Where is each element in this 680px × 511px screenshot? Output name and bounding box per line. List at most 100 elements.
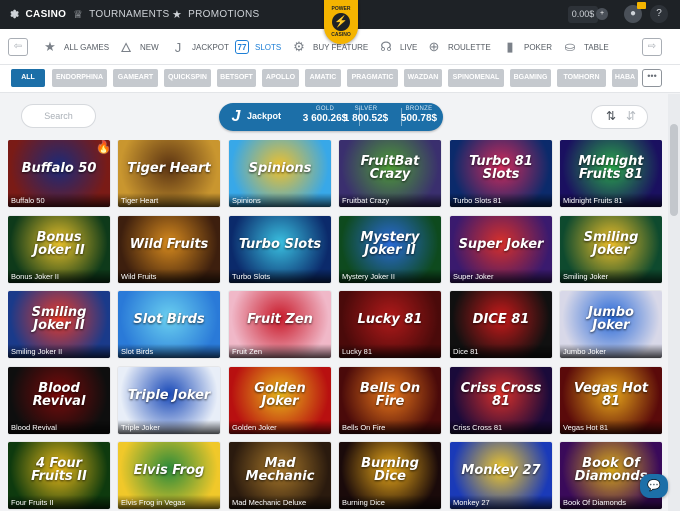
game-logo-art: Triple Joker [127, 387, 211, 403]
game-tile[interactable]: Smiling Joker II Smiling Joker II [8, 291, 110, 358]
provider-filter-all[interactable]: ALL [11, 69, 45, 87]
jackpot-icon: J [174, 39, 182, 55]
category-tab-jackpot[interactable]: J JACKPOT [170, 37, 229, 57]
jackpot-bronze-value: 500.78$ [400, 113, 438, 124]
game-tile[interactable]: Buffalo 50 Buffalo 50 [8, 140, 110, 207]
game-title: Criss Cross 81 [450, 420, 552, 434]
category-tab-slots[interactable]: 77 SLOTS [235, 37, 281, 57]
game-tile[interactable]: Blood Revival Blood Revival [8, 367, 110, 434]
game-logo-art: DICE 81 [472, 311, 530, 327]
nav-promotions-label: PROMOTIONS [188, 9, 260, 20]
jackpot-title: Jackpot [247, 111, 282, 121]
category-tab-poker[interactable]: ▮ POKER [502, 37, 552, 57]
category-label: LIVE [400, 42, 418, 52]
provider-filter-quickspin[interactable]: QUICKSPIN [164, 69, 211, 87]
sort-desc-icon[interactable]: ⇅ [606, 109, 616, 123]
game-tile[interactable]: Jumbo Joker Jumbo Joker [560, 291, 662, 358]
scrollbar-thumb[interactable] [670, 124, 678, 216]
balance-plus-icon[interactable]: + [596, 8, 608, 20]
game-logo-art: Golden Joker [254, 381, 306, 409]
game-tile[interactable]: Monkey 27 Monkey 27 [450, 442, 552, 509]
category-tab-all-games[interactable]: ★ ALL GAMES [42, 37, 109, 57]
category-scroll-right-button[interactable]: ⇨ [642, 38, 662, 56]
provider-filter-apollo[interactable]: APOLLO [262, 69, 299, 87]
search-row: Search J Jackpot GOLD 3 600.26$ SILVER 1… [0, 94, 668, 138]
game-tile[interactable]: Vegas Hot 81 Vegas Hot 81 [560, 367, 662, 434]
gear-icon: ⚙ [293, 39, 305, 54]
game-logo-art: Monkey 27 [461, 462, 541, 478]
provider-filter-amatic[interactable]: AMATIC [305, 69, 341, 87]
balance-display[interactable]: 0.00$ [568, 6, 598, 23]
game-tile[interactable]: Mad Mechanic Mad Mechanic Deluxe [229, 442, 331, 509]
game-tile[interactable]: Turbo Slots Turbo Slots [229, 216, 331, 283]
sort-az-icon[interactable]: ⇵ [626, 109, 636, 123]
roulette-icon: ⊕ [428, 39, 440, 54]
lightning-icon: ⚡ [332, 13, 350, 31]
search-input[interactable]: Search [21, 104, 96, 128]
game-title: Bonus Joker II [8, 269, 110, 283]
chat-support-button[interactable]: 💬 [640, 474, 668, 498]
category-tab-live[interactable]: ☊ LIVE [378, 37, 417, 57]
category-tab-roulette[interactable]: ⊕ ROULETTE [426, 37, 491, 57]
game-tile[interactable]: Mystery Joker II Mystery Joker II [339, 216, 441, 283]
provider-filter-bgaming[interactable]: BGAMING [510, 69, 551, 87]
provider-filter-wazdan[interactable]: WAZDAN [404, 69, 442, 87]
game-tile[interactable]: Slot Birds Slot Birds [118, 291, 220, 358]
nav-tournaments[interactable]: ♕ TOURNAMENTS [73, 0, 170, 29]
power-casino-logo[interactable]: POWER ⚡ CASINO [324, 0, 358, 44]
game-title: Triple Joker [118, 420, 220, 434]
casino-chip-icon: ✽ [10, 9, 20, 21]
game-title: Buffalo 50 [8, 193, 110, 207]
game-tile[interactable]: Golden Joker Golden Joker [229, 367, 331, 434]
game-tile[interactable]: Criss Cross 81 Criss Cross 81 [450, 367, 552, 434]
page-scrollbar[interactable] [668, 94, 680, 511]
trophy-icon: ♕ [73, 9, 84, 21]
dealer-icon: ☊ [380, 39, 392, 54]
game-tile[interactable]: Super Joker Super Joker [450, 216, 552, 283]
provider-filter-pragmatic[interactable]: PRAGMATIC [347, 69, 398, 87]
jackpot-banner[interactable]: J Jackpot GOLD 3 600.26$ SILVER 1 800.52… [219, 103, 443, 131]
game-tile[interactable]: Elvis Frog Elvis Frog in Vegas [118, 442, 220, 509]
help-button[interactable]: ? [650, 5, 668, 23]
game-tile[interactable]: Bells On Fire Bells On Fire [339, 367, 441, 434]
game-title: Spinions [229, 193, 331, 207]
game-tile[interactable]: Triple Joker Triple Joker [118, 367, 220, 434]
game-tile[interactable]: FruitBat Crazy Fruitbat Crazy [339, 140, 441, 207]
sort-toggle[interactable]: ⇅ ⇵ [591, 105, 648, 129]
game-tile[interactable]: Tiger Heart Tiger Heart [118, 140, 220, 207]
game-title: Vegas Hot 81 [560, 420, 662, 434]
provider-filter-endorphina[interactable]: ENDORPHINA [52, 69, 107, 87]
chat-icon: 💬 [647, 480, 661, 492]
game-logo-art: Lucky 81 [357, 311, 423, 327]
game-title: Tiger Heart [118, 193, 220, 207]
category-tab-new[interactable]: 🜂 NEW [118, 37, 158, 57]
provider-filter-tomhorn[interactable]: TOMHORN [557, 69, 606, 87]
nav-casino[interactable]: ✽ CASINO [10, 0, 66, 29]
category-tab-table[interactable]: ⛀ TABLE [562, 37, 609, 57]
provider-filter-gameart[interactable]: GAMEART [113, 69, 158, 87]
category-scroll-left-button[interactable]: ⇦ [8, 38, 28, 56]
provider-filter-spinomenal[interactable]: SPINOMENAL [448, 69, 504, 87]
provider-filter-betsoft[interactable]: BETSOFT [217, 69, 256, 87]
game-tile[interactable]: Spinions Spinions [229, 140, 331, 207]
game-tile[interactable]: Fruit Zen Fruit Zen [229, 291, 331, 358]
nav-tournaments-label: TOURNAMENTS [89, 9, 170, 20]
game-tile[interactable]: Bonus Joker II Bonus Joker II [8, 216, 110, 283]
game-tile[interactable]: Burning Dice Burning Dice [339, 442, 441, 509]
game-tile[interactable]: 4 Four Fruits II Four Fruits II [8, 442, 110, 509]
nav-promotions[interactable]: ★ PROMOTIONS [172, 0, 260, 29]
game-tile[interactable]: Midnight Fruits 81 Midnight Fruits 81 [560, 140, 662, 207]
game-logo-art: Slot Birds [133, 311, 205, 327]
game-tile[interactable]: Smiling Joker Smiling Joker [560, 216, 662, 283]
provider-filter-haba[interactable]: HABA [612, 69, 638, 87]
star-icon: ★ [44, 39, 56, 54]
game-tile[interactable]: Turbo 81 Slots Turbo Slots 81 [450, 140, 552, 207]
mail-icon[interactable] [637, 2, 646, 9]
game-tile[interactable]: Wild Fruits Wild Fruits [118, 216, 220, 283]
game-tile[interactable]: DICE 81 Dice 81 [450, 291, 552, 358]
flame-icon: 🜂 [120, 40, 132, 55]
game-title: Four Fruits II [8, 495, 110, 509]
more-providers-button[interactable]: ••• [642, 69, 662, 87]
game-tile[interactable]: Lucky 81 Lucky 81 [339, 291, 441, 358]
game-title: Jumbo Joker [560, 344, 662, 358]
